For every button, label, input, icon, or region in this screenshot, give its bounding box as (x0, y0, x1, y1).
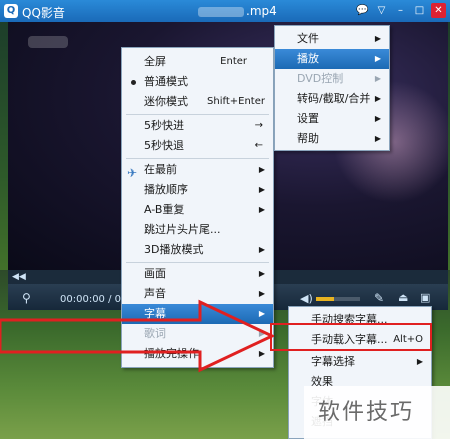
menu-item-play-order[interactable]: 播放顺序 ▶ (122, 180, 273, 200)
app-logo-icon: Q (4, 4, 18, 18)
menu-separator (126, 114, 269, 115)
menu-item-settings[interactable]: 设置 ▶ (275, 109, 389, 129)
skin-icon[interactable]: ▽ (374, 3, 389, 18)
submenu-arrow-icon: ▶ (374, 74, 381, 83)
title-bar[interactable]: Q QQ影音 .mp4 💬 ▽ – □ ✕ (0, 0, 450, 22)
menu-item-mini-mode[interactable]: 迷你模式 Shift+Enter (122, 92, 273, 112)
submenu-arrow-icon: ▶ (258, 245, 265, 254)
menu-item-label: 帮助 (297, 132, 319, 145)
menu-item-label: A-B重复 (144, 203, 185, 216)
menu-item-label: DVD控制 (297, 72, 344, 85)
submenu-arrow-icon: ▶ (258, 165, 265, 174)
menu-item-ab-repeat[interactable]: A-B重复 ▶ (122, 200, 273, 220)
submenu-arrow-icon: ▶ (374, 54, 381, 63)
menu-item-label: 跳过片头片尾... (144, 223, 221, 236)
menu-item-back-5s[interactable]: 5秒快退 ← (122, 136, 273, 156)
watermark-text: 软件技巧 (318, 400, 415, 425)
menu-item-fullscreen[interactable]: 全屏 Enter (122, 52, 273, 72)
menu-item-file[interactable]: 文件 ▶ (275, 29, 389, 49)
annotation-arrow (0, 299, 274, 373)
menu-item-normal-mode[interactable]: 普通模式 (122, 72, 273, 92)
main-menu-dropdown: 文件 ▶ 播放 ▶ DVD控制 ▶ 转码/截取/合并 ▶ 设置 ▶ 帮助 ▶ (274, 25, 390, 151)
file-title: .mp4 (198, 4, 277, 18)
shortcut-label: → (254, 120, 263, 131)
menu-item-picture[interactable]: 画面 ▶ (122, 264, 273, 284)
submenu-arrow-icon: ▶ (258, 205, 265, 214)
menu-item-always-on-top[interactable]: ✈ 在最前 ▶ (122, 160, 273, 180)
menu-item-label: 播放 (297, 52, 319, 65)
menu-item-help[interactable]: 帮助 ▶ (275, 129, 389, 149)
annotation-highlight-box (270, 323, 432, 351)
menu-item-label: 普通模式 (144, 75, 188, 88)
submenu-arrow-icon: ▶ (258, 269, 265, 278)
menu-separator (126, 262, 269, 263)
menu-item-skip-intro[interactable]: 跳过片头片尾... (122, 220, 273, 240)
menu-item-label: 字幕选择 (311, 355, 355, 368)
redacted-overlay (28, 36, 68, 48)
menu-item-play[interactable]: 播放 ▶ (275, 49, 389, 69)
menu-item-subtitle-select[interactable]: 字幕选择 ▶ (289, 352, 431, 372)
menu-item-label: 在最前 (144, 163, 177, 176)
radio-dot-icon (131, 80, 136, 85)
submenu-arrow-icon: ▶ (374, 94, 381, 103)
menu-item-dvd-control[interactable]: DVD控制 ▶ (275, 69, 389, 89)
menu-item-label: 画面 (144, 267, 166, 280)
submenu-arrow-icon: ▶ (416, 357, 423, 366)
file-extension: .mp4 (246, 4, 277, 18)
submenu-arrow-icon: ▶ (374, 134, 381, 143)
rewind-icon[interactable]: ◀◀ (12, 272, 26, 282)
menu-item-label: 3D播放模式 (144, 243, 204, 256)
menu-item-label: 设置 (297, 112, 319, 125)
eject-icon[interactable]: ⏏ (398, 291, 408, 304)
submenu-arrow-icon: ▶ (258, 185, 265, 194)
shortcut-label: Shift+Enter (207, 96, 265, 107)
menu-item-label: 5秒快退 (144, 139, 184, 152)
menu-item-label: 播放顺序 (144, 183, 188, 196)
menu-item-forward-5s[interactable]: 5秒快进 → (122, 116, 273, 136)
menu-item-label: 迷你模式 (144, 95, 188, 108)
shortcut-label: Enter (220, 56, 247, 67)
redacted-filename (198, 6, 244, 17)
screen-icon[interactable]: ▣ (420, 291, 430, 304)
menu-item-label: 5秒快进 (144, 119, 184, 132)
minimize-icon[interactable]: – (393, 3, 408, 18)
app-title: QQ影音 (22, 6, 65, 20)
shortcut-label: ← (254, 140, 263, 151)
submenu-arrow-icon: ▶ (374, 114, 381, 123)
volume-fill (316, 297, 334, 301)
volume-icon[interactable]: ◀) (300, 292, 313, 305)
menu-item-transcode[interactable]: 转码/截取/合并 ▶ (275, 89, 389, 109)
menu-item-label: 转码/截取/合并 (297, 92, 371, 105)
close-icon[interactable]: ✕ (431, 3, 446, 18)
volume-slider[interactable] (316, 297, 360, 301)
menu-item-label: 全屏 (144, 55, 166, 68)
maximize-icon[interactable]: □ (412, 3, 427, 18)
chat-icon[interactable]: 💬 (355, 3, 370, 18)
menu-item-3d-mode[interactable]: 3D播放模式 ▶ (122, 240, 273, 260)
watermark: 软件技巧 (304, 386, 450, 439)
window-controls: 💬 ▽ – □ ✕ (355, 3, 446, 18)
wrench-icon[interactable]: ✎ (374, 291, 384, 305)
menu-separator (126, 158, 269, 159)
menu-item-label: 文件 (297, 32, 319, 45)
submenu-arrow-icon: ▶ (374, 34, 381, 43)
